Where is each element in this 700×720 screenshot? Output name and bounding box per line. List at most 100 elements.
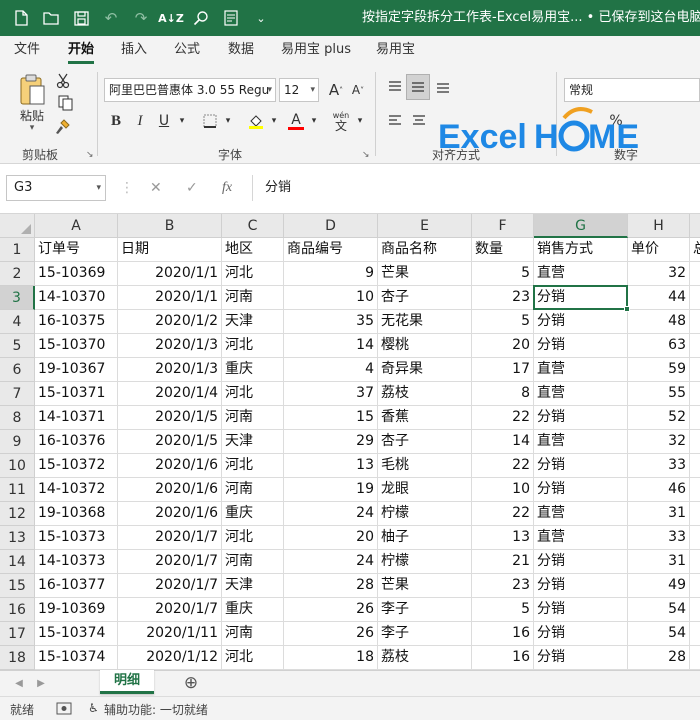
table-cell[interactable]: 13 [284, 454, 378, 478]
table-cell[interactable]: 13 [472, 526, 534, 550]
table-cell[interactable]: 李子 [378, 598, 472, 622]
table-cell[interactable]: 河南 [222, 286, 284, 310]
cut-icon[interactable] [54, 72, 72, 90]
row-header[interactable]: 12 [0, 502, 35, 526]
table-cell[interactable]: 31 [628, 550, 690, 574]
table-cell[interactable]: 毛桃 [378, 454, 472, 478]
column-title-cell[interactable]: 数量 [472, 238, 534, 262]
table-cell[interactable]: 10 [284, 286, 378, 310]
column-header-g[interactable]: G [534, 214, 628, 238]
row-header[interactable]: 13 [0, 526, 35, 550]
table-cell[interactable]: 芒果 [378, 574, 472, 598]
table-cell[interactable] [690, 574, 700, 598]
table-cell[interactable] [690, 550, 700, 574]
save-icon[interactable] [66, 0, 96, 36]
table-cell[interactable]: 2020/1/12 [118, 646, 222, 670]
table-cell[interactable]: 直营 [534, 358, 628, 382]
column-title-cell[interactable]: 总 [690, 238, 700, 262]
table-cell[interactable]: 河北 [222, 334, 284, 358]
table-cell[interactable]: 重庆 [222, 358, 284, 382]
table-cell[interactable]: 河北 [222, 382, 284, 406]
table-cell[interactable]: 16-10376 [35, 430, 118, 454]
table-cell[interactable]: 天津 [222, 574, 284, 598]
table-cell[interactable]: 59 [628, 358, 690, 382]
table-cell[interactable]: 2020/1/5 [118, 406, 222, 430]
table-cell[interactable]: 2020/1/6 [118, 454, 222, 478]
table-cell[interactable]: 9 [284, 262, 378, 286]
column-header-h[interactable]: H [628, 214, 690, 238]
undo-icon[interactable]: ↶ [96, 0, 126, 36]
accessibility-status[interactable]: 辅助功能: 一切就绪 [104, 701, 208, 718]
table-cell[interactable] [690, 358, 700, 382]
table-cell[interactable]: 直营 [534, 262, 628, 286]
row-header[interactable]: 17 [0, 622, 35, 646]
table-cell[interactable]: 15 [284, 406, 378, 430]
fill-handle[interactable] [624, 306, 630, 312]
italic-button[interactable]: I [130, 110, 150, 132]
row-header[interactable]: 2 [0, 262, 35, 286]
increase-font-icon[interactable]: A ˄ [326, 78, 346, 102]
underline-dropdown-icon[interactable]: ▾ [176, 110, 188, 132]
table-cell[interactable] [690, 598, 700, 622]
table-cell[interactable]: 河北 [222, 262, 284, 286]
redo-icon[interactable]: ↷ [126, 0, 156, 36]
table-cell[interactable]: 46 [628, 478, 690, 502]
table-cell[interactable]: 柠檬 [378, 502, 472, 526]
table-cell[interactable]: 2020/1/2 [118, 310, 222, 334]
table-cell[interactable]: 分销 [534, 598, 628, 622]
table-cell[interactable]: 龙眼 [378, 478, 472, 502]
table-cell[interactable]: 21 [472, 550, 534, 574]
table-cell[interactable]: 芒果 [378, 262, 472, 286]
table-cell[interactable]: 2020/1/3 [118, 334, 222, 358]
enter-entry-button[interactable]: ✓ [186, 175, 198, 201]
table-cell[interactable]: 55 [628, 382, 690, 406]
sort-az-icon[interactable]: A↓Z [156, 0, 186, 36]
table-cell[interactable]: 4 [284, 358, 378, 382]
row-header[interactable]: 6 [0, 358, 35, 382]
row-header[interactable]: 18 [0, 646, 35, 670]
format-painter-icon[interactable] [54, 118, 72, 136]
table-cell[interactable]: 5 [472, 598, 534, 622]
table-cell[interactable]: 44 [628, 286, 690, 310]
add-sheet-icon[interactable]: ⊕ [180, 672, 202, 694]
table-cell[interactable]: 20 [284, 526, 378, 550]
font-name-dropdown-icon[interactable]: ▾ [267, 79, 272, 101]
column-title-cell[interactable]: 商品名称 [378, 238, 472, 262]
table-cell[interactable]: 48 [628, 310, 690, 334]
table-cell[interactable]: 15-10369 [35, 262, 118, 286]
tab-file[interactable]: 文件 [14, 36, 40, 66]
table-cell[interactable]: 24 [284, 502, 378, 526]
table-cell[interactable] [690, 622, 700, 646]
table-cell[interactable]: 无花果 [378, 310, 472, 334]
cancel-entry-button[interactable]: ✕ [150, 175, 162, 201]
table-cell[interactable] [690, 478, 700, 502]
accessibility-icon[interactable]: ♿ [88, 701, 99, 715]
table-cell[interactable]: 荔枝 [378, 646, 472, 670]
table-cell[interactable]: 2020/1/3 [118, 358, 222, 382]
paste-icon[interactable] [14, 72, 50, 108]
column-title-cell[interactable]: 销售方式 [534, 238, 628, 262]
row-header[interactable]: 16 [0, 598, 35, 622]
table-cell[interactable]: 分销 [534, 406, 628, 430]
table-cell[interactable]: 26 [284, 598, 378, 622]
select-all-button[interactable] [0, 214, 35, 238]
table-cell[interactable]: 分销 [534, 646, 628, 670]
table-cell[interactable]: 河北 [222, 526, 284, 550]
table-cell[interactable]: 15-10374 [35, 646, 118, 670]
table-cell[interactable]: 李子 [378, 622, 472, 646]
table-cell[interactable]: 直营 [534, 502, 628, 526]
table-cell[interactable]: 天津 [222, 310, 284, 334]
tab-formulas[interactable]: 公式 [174, 36, 200, 66]
table-cell[interactable]: 15-10370 [35, 334, 118, 358]
clipboard-launcher-icon[interactable]: ↘ [86, 150, 94, 160]
table-cell[interactable]: 18 [284, 646, 378, 670]
number-format-select[interactable]: 常规 [564, 78, 700, 102]
fill-color-icon[interactable] [246, 110, 266, 132]
table-cell[interactable] [690, 334, 700, 358]
font-size-select[interactable]: 12 ▾ [279, 78, 319, 102]
table-cell[interactable]: 2020/1/7 [118, 598, 222, 622]
table-cell[interactable]: 14-10372 [35, 478, 118, 502]
font-size-dropdown-icon[interactable]: ▾ [310, 79, 315, 101]
table-cell[interactable]: 37 [284, 382, 378, 406]
table-cell[interactable]: 33 [628, 454, 690, 478]
